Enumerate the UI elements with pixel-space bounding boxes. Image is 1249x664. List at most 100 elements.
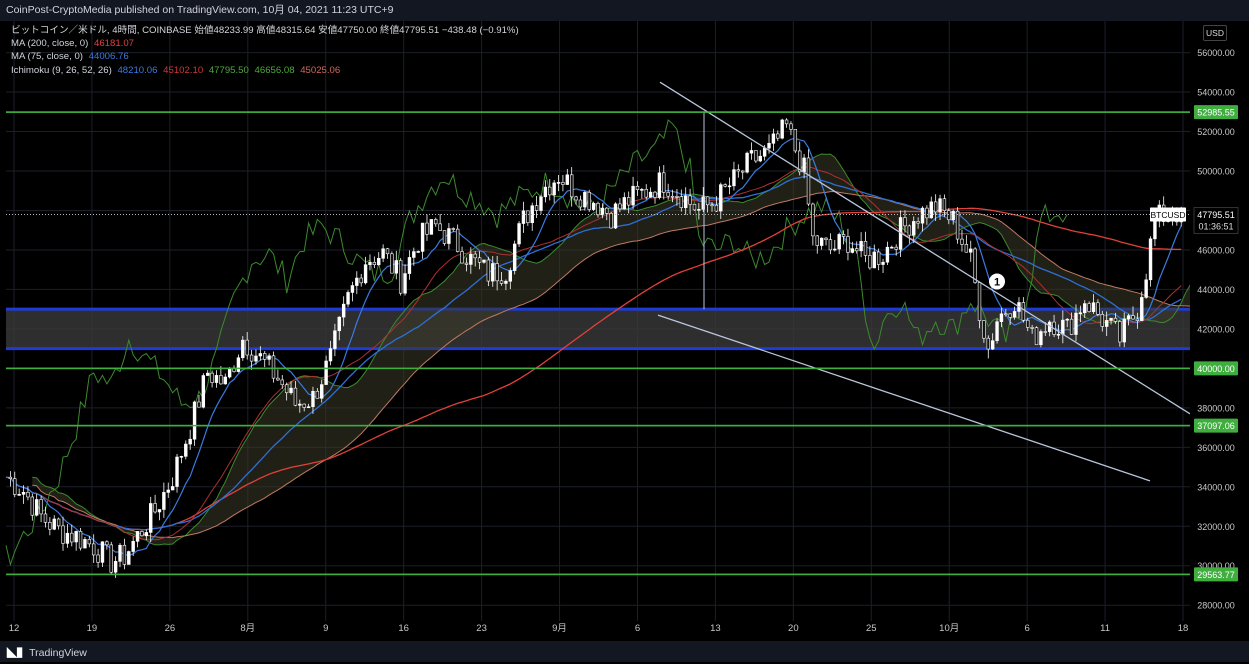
candle-body [811, 203, 815, 237]
candle-body [100, 541, 105, 563]
price-tick-label: 44000.00 [1197, 285, 1235, 295]
candle-body [1004, 313, 1008, 316]
candle-body [618, 203, 622, 210]
candle-body [714, 204, 719, 212]
candle-body [670, 195, 675, 198]
candle-body [416, 251, 420, 253]
time-tick-label: 19 [87, 623, 98, 634]
candle-body [855, 248, 859, 252]
candle-body [298, 403, 302, 406]
candle-body [622, 197, 627, 210]
candle-body [1140, 297, 1144, 321]
candle-body [868, 255, 872, 269]
ma200-legend[interactable]: MA (200, close, 0) 46181.07 [11, 37, 519, 50]
candle-body [293, 387, 298, 406]
candle-body [1061, 319, 1065, 335]
time-tick-label: 9月 [552, 623, 567, 634]
candle-body [109, 544, 113, 573]
candle-body [263, 353, 267, 360]
support-level-label: 40000.00 [1197, 364, 1235, 374]
candle-body [600, 207, 605, 216]
candle-body [1008, 313, 1012, 318]
tradingview-brand[interactable]: TradingView [29, 647, 87, 659]
candle-body [920, 207, 925, 224]
ma75-legend[interactable]: MA (75, close, 0) 44006.76 [11, 50, 519, 63]
candle-body [1039, 331, 1043, 346]
candle-body [499, 280, 504, 284]
candle-body [754, 150, 758, 162]
candle-body [153, 503, 157, 513]
candle-body [241, 339, 245, 359]
candle-body [201, 375, 206, 408]
candle-body [473, 253, 477, 259]
ichimoku-spanA-value: 46656.08 [254, 64, 295, 76]
candle-body [583, 191, 587, 208]
ichimoku-legend[interactable]: Ichimoku (9, 26, 52, 26) 48210.06 45102.… [11, 64, 519, 77]
ichimoku-label: Ichimoku (9, 26, 52, 26) [11, 64, 112, 76]
candle-body [197, 401, 201, 408]
candle-body [267, 355, 271, 360]
candle-body [157, 509, 162, 513]
candle-body [885, 246, 890, 263]
candle-body [859, 241, 863, 252]
candle-body [973, 248, 977, 283]
price-tick-label: 34000.00 [1197, 482, 1235, 492]
candle-body [315, 390, 320, 399]
candle-body [1078, 312, 1083, 315]
candle-body [320, 384, 324, 399]
candle-body [113, 561, 118, 573]
candle-body [758, 155, 762, 162]
ma75-label: MA (75, close, 0) [11, 51, 83, 63]
candle-body [175, 456, 179, 487]
candle-body [166, 489, 170, 493]
ichimoku-spanB-value: 45025.06 [300, 64, 341, 76]
candle-body [1026, 319, 1030, 328]
candle-body [118, 544, 122, 562]
candle-body [578, 199, 583, 208]
candle-body [894, 246, 898, 250]
time-tick-label: 25 [866, 623, 877, 634]
tradingview-logo-icon[interactable]: ◣▮ [7, 641, 23, 662]
candle-body [903, 217, 907, 227]
candle-body [727, 185, 732, 188]
candle-body [679, 196, 684, 208]
candle-body [289, 387, 293, 394]
price-tick-label: 28000.00 [1197, 601, 1235, 611]
candle-body [438, 223, 442, 231]
ichimoku-chikou-value: 47795.50 [208, 64, 249, 76]
time-tick-label: 11 [1100, 623, 1110, 634]
price-chart[interactable]: 52985.55 40000.00 37097.06 29563.77 BTCUSD 4… [0, 21, 1249, 641]
candle-body [74, 531, 78, 543]
candle-body [876, 251, 881, 265]
candle-body [776, 133, 780, 139]
candle-body [635, 185, 640, 190]
price-tick-label: 50000.00 [1197, 167, 1235, 177]
time-tick-label: 20 [788, 623, 799, 634]
candle-body [666, 192, 670, 197]
candle-body [912, 221, 916, 236]
candle-body [789, 123, 793, 130]
candle-body [276, 377, 280, 381]
candle-body [425, 222, 429, 235]
candle-body [87, 539, 92, 545]
candle-body [749, 150, 754, 154]
chart-area[interactable]: 52985.55 40000.00 37097.06 29563.77 BTCUSD 4… [0, 21, 1249, 641]
candle-body [762, 147, 767, 157]
price-tick-label: 56000.00 [1197, 48, 1235, 58]
candle-body [561, 182, 565, 185]
candle-body [482, 259, 486, 263]
candle-body [394, 260, 398, 274]
support-level-label: 37097.06 [1197, 421, 1235, 431]
candle-body [70, 532, 74, 543]
candle-body [990, 340, 995, 350]
candle-body [1131, 315, 1135, 320]
candle-body [223, 376, 227, 385]
countdown-label: 01:36:51 [1198, 222, 1233, 232]
candle-body [504, 280, 508, 284]
candle-body [368, 261, 372, 265]
time-axis[interactable]: 12 19 26 8月 9 16 23 9月 6 13 20 25 10月 6 11 18 [9, 623, 1189, 634]
candle-body [741, 170, 745, 173]
candle-body [841, 234, 846, 237]
candle-body [429, 219, 434, 235]
candle-body [442, 230, 447, 244]
